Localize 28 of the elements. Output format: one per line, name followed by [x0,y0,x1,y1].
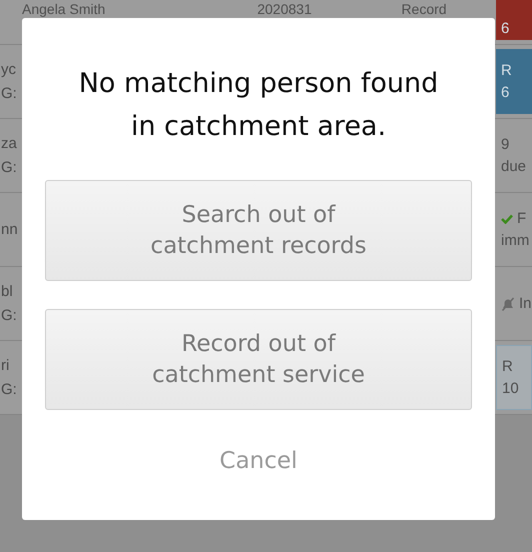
status-text: In [519,294,532,314]
option-button[interactable]: Search out of catchment records [45,180,472,281]
patient-name: Angela Smith [22,1,106,17]
status-text: imm [501,230,530,250]
status-text: 6 [501,19,510,39]
patient-detail: G: [1,84,18,104]
status-text: 6 [501,82,510,102]
option-button[interactable]: Record out of catchment service [45,309,472,410]
status-text: F [517,208,526,228]
patient-name: za [1,134,18,154]
patient-name: ri [1,356,10,376]
action-text: Record [401,1,447,17]
patient-name: nn [1,220,19,240]
patient-name: bl [1,282,14,302]
status-text: 10 [502,378,519,398]
check-icon [501,214,513,224]
record-number: 2020831 [257,1,312,17]
status-text: due [501,156,526,176]
muted-bell-icon [501,296,515,310]
status-text: R [501,60,512,80]
status-text: 9 [501,134,510,154]
status-text: R [502,356,513,376]
patient-detail: G: [1,380,18,400]
patient-name: yc [1,60,17,80]
cancel-button[interactable]: Cancel [210,444,308,478]
dialog-title: No matching person found in catchment area. [78,67,440,144]
patient-detail: G: [1,306,18,326]
patient-detail: G: [1,158,18,178]
